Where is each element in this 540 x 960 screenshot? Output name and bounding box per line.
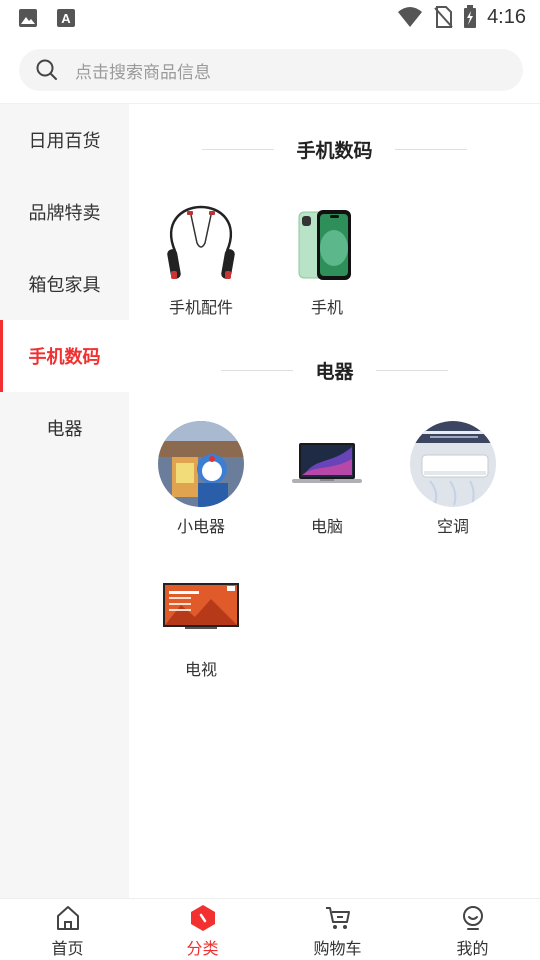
search-input[interactable]: 点击搜索商品信息 — [19, 49, 523, 91]
section-title: 手机数码 — [296, 140, 373, 162]
battery-charging-icon — [464, 5, 477, 28]
category-label: 手机配件 — [168, 298, 233, 317]
air-conditioner-image — [410, 421, 496, 507]
search-placeholder: 点击搜索商品信息 — [75, 62, 211, 83]
television-image — [158, 564, 244, 650]
category-label: 空调 — [436, 517, 469, 536]
tab-label: 首页 — [51, 939, 84, 958]
tab-category[interactable]: 分类 — [135, 899, 270, 960]
neckband-earphones-image — [158, 202, 244, 288]
category-label: 手机 — [310, 298, 343, 317]
tab-label: 购物车 — [313, 939, 362, 958]
cart-icon — [325, 907, 350, 929]
home-icon — [56, 906, 79, 930]
profile-icon — [462, 906, 483, 930]
bottom-tab-bar: 首页 分类 购物车 我的 — [0, 898, 540, 960]
keyboard-a-icon: A — [57, 9, 75, 27]
tab-label: 我的 — [456, 939, 489, 958]
tab-home[interactable]: 首页 — [0, 899, 135, 960]
tab-label: 分类 — [186, 939, 219, 958]
category-label: 电视 — [184, 660, 217, 679]
laptop-image — [284, 421, 370, 507]
sidebar-item-daily-goods[interactable]: 日用百货 — [0, 104, 129, 176]
sidebar-item-phone-digital[interactable]: 手机数码 — [0, 320, 129, 392]
category-content: 手机数码 手机配件 手机 电器 小电器 电脑 空调 电视 — [129, 104, 540, 898]
category-label: 电脑 — [310, 517, 343, 536]
sidebar-item-label: 箱包家具 — [28, 275, 101, 296]
sidebar-item-label: 手机数码 — [28, 347, 101, 368]
category-icon — [190, 905, 215, 931]
section-header: 手机数码 — [129, 136, 540, 163]
image-icon — [19, 9, 37, 27]
sidebar-item-brand-sale[interactable]: 品牌特卖 — [0, 176, 129, 248]
category-cell-phones[interactable]: 手机 — [272, 202, 382, 322]
no-sim-icon — [434, 6, 453, 28]
status-bar: A 4:16 — [0, 0, 540, 36]
category-cell-phone-accessories[interactable]: 手机配件 — [146, 202, 256, 322]
doll-photo-image — [158, 421, 244, 507]
category-cell-air-conditioners[interactable]: 空调 — [398, 421, 508, 541]
category-cell-computers[interactable]: 电脑 — [272, 421, 382, 541]
divider — [221, 370, 294, 371]
category-label: 小电器 — [176, 517, 225, 536]
clock: 4:16 — [487, 5, 526, 28]
section-header: 电器 — [129, 357, 540, 384]
search-icon — [36, 59, 57, 80]
divider — [394, 149, 467, 150]
sidebar-item-label: 电器 — [46, 419, 83, 440]
divider — [375, 370, 448, 371]
category-cell-televisions[interactable]: 电视 — [146, 564, 256, 684]
divider — [202, 149, 275, 150]
search-bar-container: 点击搜索商品信息 — [0, 36, 540, 104]
tab-profile[interactable]: 我的 — [405, 899, 540, 960]
wifi-icon — [398, 7, 423, 27]
sidebar-item-bags-furniture[interactable]: 箱包家具 — [0, 248, 129, 320]
svg-text:A: A — [61, 11, 71, 26]
sidebar-item-label: 日用百货 — [28, 131, 101, 152]
category-cell-small-appliances[interactable]: 小电器 — [146, 421, 256, 541]
green-smartphone-image — [284, 202, 370, 288]
tab-cart[interactable]: 购物车 — [270, 899, 405, 960]
category-sidebar: 日用百货 品牌特卖 箱包家具 手机数码 电器 — [0, 104, 129, 898]
sidebar-item-label: 品牌特卖 — [28, 203, 101, 224]
section-title: 电器 — [315, 361, 354, 383]
sidebar-item-appliances[interactable]: 电器 — [0, 392, 129, 464]
